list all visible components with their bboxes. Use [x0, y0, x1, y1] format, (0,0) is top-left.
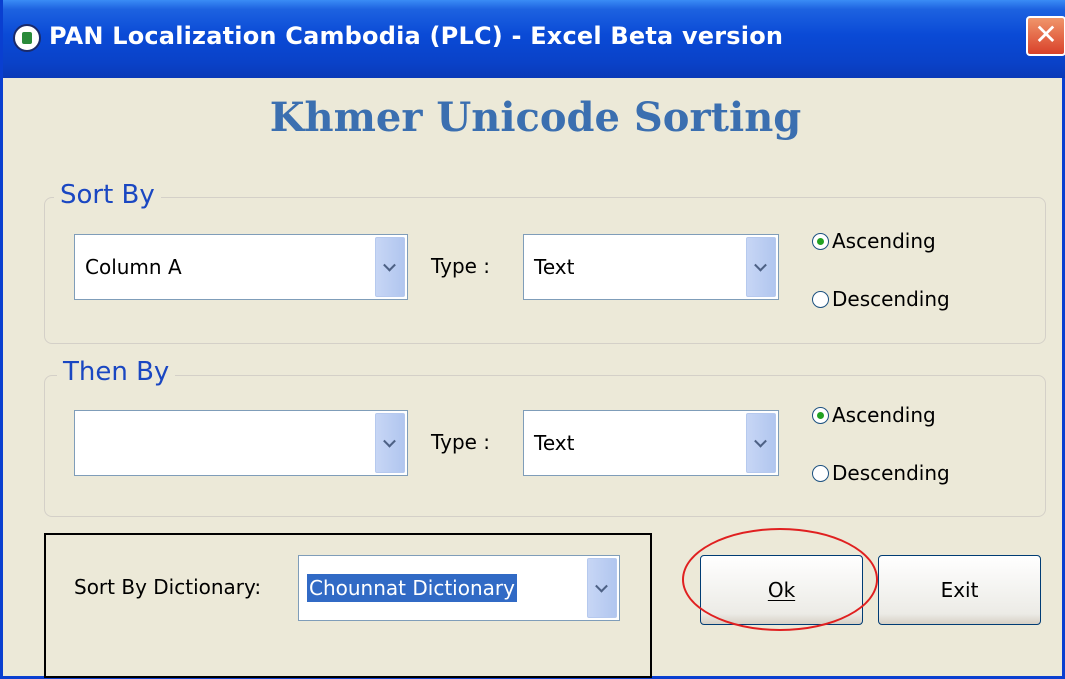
sort-by-type-value: Text: [534, 255, 575, 279]
chevron-down-icon[interactable]: [746, 237, 776, 297]
then-by-descending-label[interactable]: Descending: [832, 461, 950, 485]
then-by-ascending-label[interactable]: Ascending: [832, 403, 936, 427]
sort-by-type-label: Type :: [431, 254, 491, 278]
window-title: PAN Localization Cambodia (PLC) - Excel …: [49, 22, 784, 50]
sort-by-group-label: Sort By: [54, 180, 161, 210]
sort-by-type-select[interactable]: Text: [523, 234, 779, 300]
chevron-down-icon[interactable]: [375, 237, 405, 297]
chevron-down-icon[interactable]: [746, 413, 776, 473]
dictionary-label: Sort By Dictionary:: [74, 575, 262, 599]
title-bar[interactable]: PAN Localization Cambodia (PLC) - Excel …: [3, 0, 1065, 78]
sort-by-column-value: Column A: [85, 255, 182, 279]
exit-button[interactable]: Exit: [878, 555, 1041, 625]
sort-by-ascending-label[interactable]: Ascending: [832, 229, 936, 253]
then-by-descending-radio[interactable]: [812, 465, 829, 482]
exit-button-label: Exit: [940, 578, 979, 602]
sort-by-column-select[interactable]: Column A: [74, 234, 408, 300]
chevron-down-icon[interactable]: [375, 413, 405, 473]
sort-by-descending-label[interactable]: Descending: [832, 287, 950, 311]
dictionary-value-text: Chounnat Dictionary: [307, 574, 517, 602]
then-by-ascending-radio[interactable]: [812, 407, 829, 424]
then-by-type-value: Text: [534, 431, 575, 455]
dictionary-select[interactable]: Chounnat Dictionary: [298, 555, 620, 621]
sort-by-ascending-radio[interactable]: [812, 233, 829, 250]
then-by-type-select[interactable]: Text: [523, 410, 779, 476]
ok-button[interactable]: Ok: [700, 555, 863, 625]
dialog-window: PAN Localization Cambodia (PLC) - Excel …: [0, 0, 1065, 679]
app-icon: [13, 24, 41, 52]
then-by-type-label: Type :: [431, 430, 491, 454]
page-title: Khmer Unicode Sorting: [269, 94, 802, 141]
dictionary-value: Chounnat Dictionary: [307, 556, 517, 620]
sort-by-descending-radio[interactable]: [812, 291, 829, 308]
then-by-group-label: Then By: [57, 357, 176, 387]
ok-button-label: Ok: [767, 578, 796, 602]
then-by-column-select[interactable]: [74, 410, 408, 476]
chevron-down-icon[interactable]: [587, 558, 617, 618]
close-button[interactable]: ✕: [1026, 16, 1065, 56]
close-icon: ✕: [1034, 18, 1058, 51]
